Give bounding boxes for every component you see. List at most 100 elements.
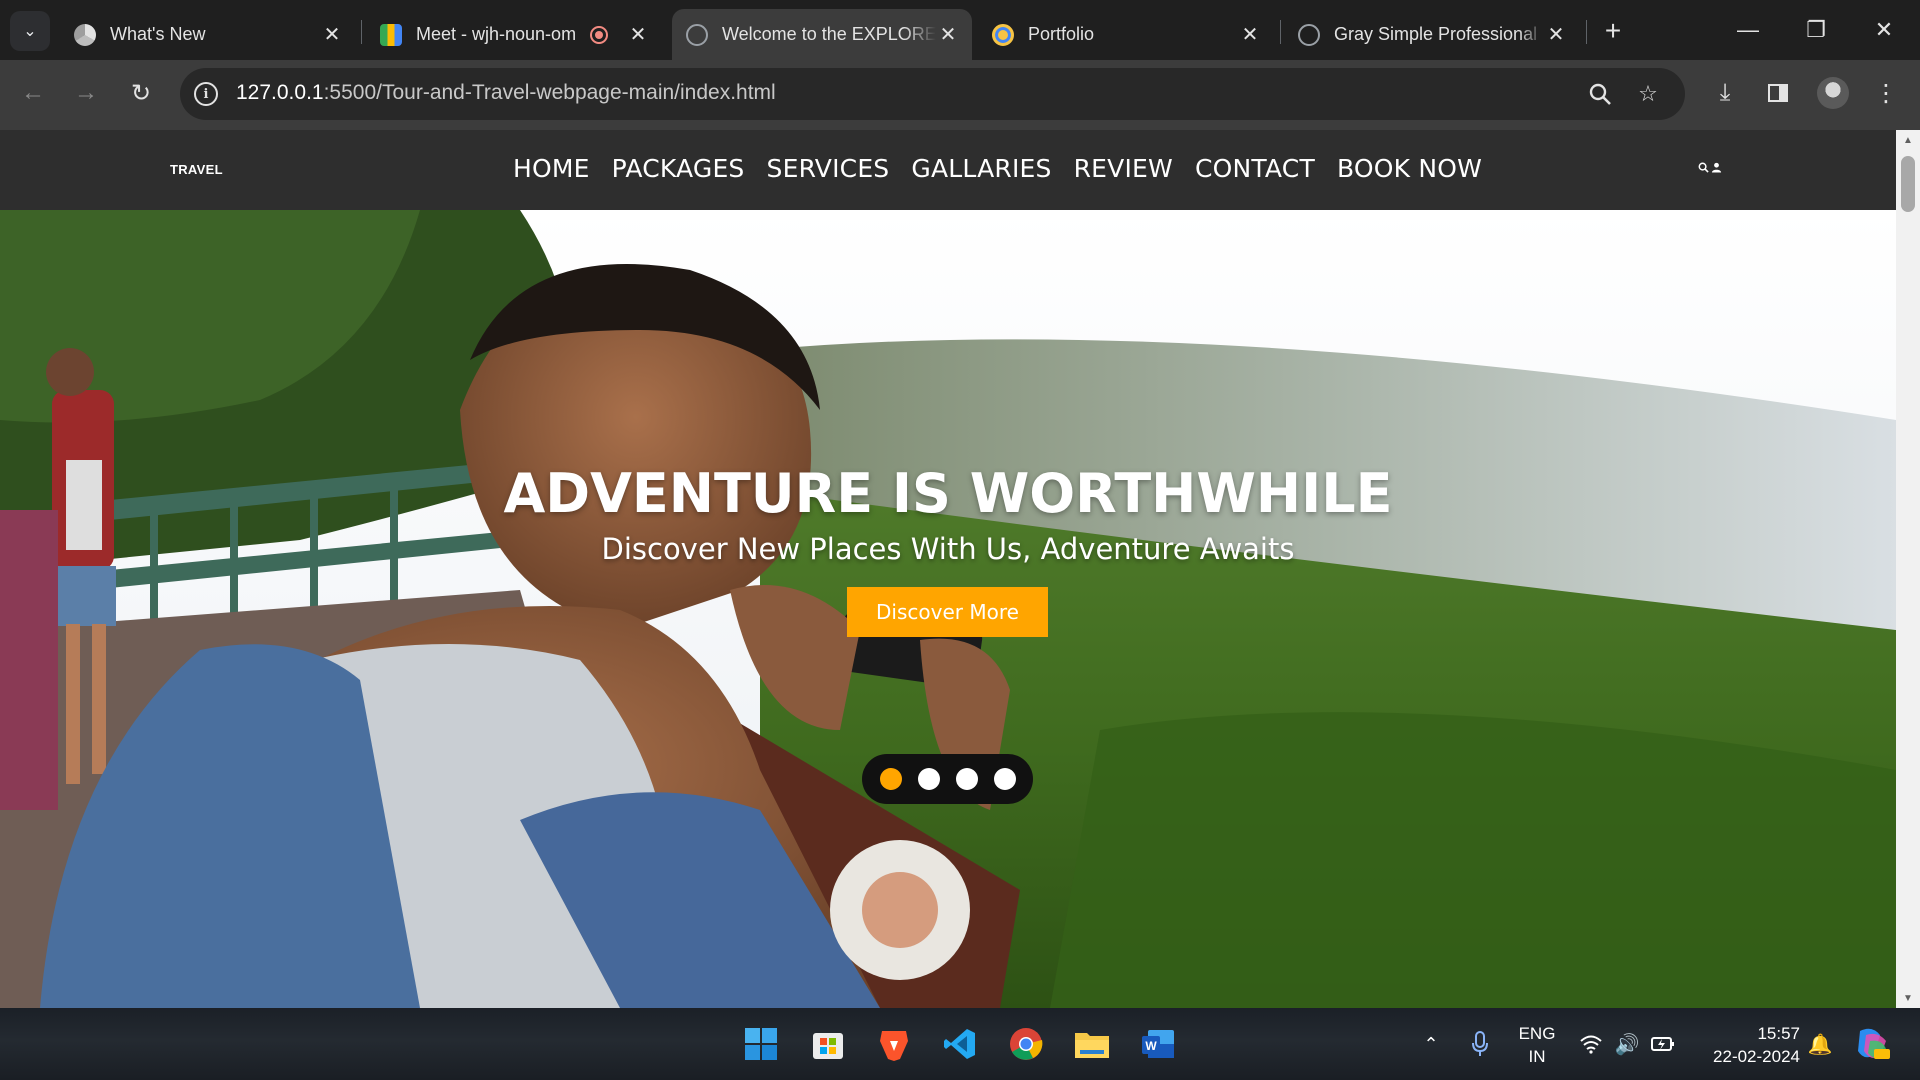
new-tab-button[interactable]: + [1596,14,1630,48]
tab-separator [361,20,362,44]
nav-contact[interactable]: CONTACT [1195,154,1315,183]
address-bar[interactable]: i 127.0.0.1:5500/Tour-and-Travel-webpage… [180,68,1685,120]
user-icon[interactable] [1711,162,1722,173]
microsoft-store-icon [813,1033,843,1059]
close-icon[interactable]: ✕ [1238,23,1262,47]
svg-text:W: W [1145,1039,1157,1053]
slider-dot[interactable] [955,768,978,790]
bookmark-button[interactable]: ☆ [1632,78,1664,110]
windows-icon [745,1028,777,1060]
page-scrollbar[interactable]: ▲ ▼ [1896,130,1920,1008]
nav-gallaries[interactable]: GALLARIES [911,154,1051,183]
recording-icon [590,25,608,44]
tab-search-button[interactable]: ⌄ [10,11,50,51]
site-logo[interactable]: TRAVEL [170,162,223,177]
header-icons [1698,162,1722,173]
plus-icon: + [1604,15,1622,46]
close-window-button[interactable]: ✕ [1850,0,1918,60]
page-viewport: TRAVEL HOME PACKAGES SERVICES GALLARIES … [0,130,1896,1008]
tab-meet[interactable]: Meet - wjh-noun-om ✕ [366,9,662,60]
arrow-right-icon: → [74,79,98,106]
word-button[interactable]: W [1136,1022,1180,1066]
nav-review[interactable]: REVIEW [1074,154,1173,183]
profile-avatar[interactable] [1817,77,1849,109]
wifi-button[interactable] [1576,1008,1606,1080]
close-icon: ✕ [1874,17,1894,42]
scrollbar-thumb[interactable] [1901,156,1915,212]
nav-home[interactable]: HOME [513,154,590,183]
main-nav: HOME PACKAGES SERVICES GALLARIES REVIEW … [513,154,1482,183]
minimize-button[interactable]: — [1714,0,1782,60]
tab-title: Welcome to the EXPLORE [722,24,936,44]
reload-button[interactable]: ↻ [121,73,161,113]
tab-title: Meet - wjh-noun-om [416,24,577,44]
language-code: ENG [1518,1024,1556,1043]
portfolio-icon [992,23,1014,46]
forward-button[interactable]: → [66,73,106,113]
chevron-down-icon: ⌄ [23,23,37,40]
tab-separator [1586,20,1587,44]
scroll-up-icon[interactable]: ▲ [1896,130,1920,150]
restore-icon: ❐ [1806,17,1826,42]
brave-button[interactable] [872,1022,916,1066]
google-meet-icon [380,23,402,46]
word-icon: W [1142,1030,1174,1058]
slider-dot[interactable] [917,768,940,790]
vscode-button[interactable] [938,1022,982,1066]
scroll-down-icon[interactable]: ▼ [1896,988,1920,1008]
system-clock[interactable]: 15:57 22-02-2024 [1690,1022,1800,1068]
slider-dot[interactable] [879,768,902,790]
tab-gray-simple[interactable]: Gray Simple Professional ✕ [1284,9,1580,60]
hero-slider: ADVENTURE IS WORTHWHILE Discover New Pla… [0,210,1896,1008]
search-icon[interactable] [1698,162,1709,173]
nav-book-now[interactable]: BOOK NOW [1337,154,1482,183]
language-indicator[interactable]: ENG IN [1510,1022,1564,1068]
show-hidden-icons-button[interactable]: ⌃ [1413,1008,1449,1080]
hero-title: ADVENTURE IS WORTHWHILE [503,462,1393,525]
chevron-up-icon: ⌃ [1423,1033,1439,1054]
url-text[interactable]: 127.0.0.1:5500/Tour-and-Travel-webpage-m… [236,81,776,105]
file-explorer-button[interactable] [1070,1022,1114,1066]
zoom-icon [1589,83,1611,105]
side-panel-button[interactable] [1758,73,1798,113]
download-icon: ⤓ [1719,79,1731,106]
start-button[interactable] [739,1022,783,1066]
tab-welcome-explore[interactable]: Welcome to the EXPLORE ✕ [672,9,972,60]
microphone-button[interactable] [1462,1008,1498,1080]
minimize-icon: — [1737,17,1759,42]
region-code: IN [1528,1047,1546,1066]
copilot-button[interactable] [1850,1008,1894,1080]
nav-packages[interactable]: PACKAGES [612,154,745,183]
site-info-icon[interactable]: i [194,82,218,106]
menu-button[interactable]: ⋮ [1866,73,1906,113]
tab-whats-new[interactable]: What's New ✕ [60,9,356,60]
close-icon[interactable]: ✕ [320,23,344,47]
back-button[interactable]: ← [13,73,53,113]
wifi-icon [1580,1035,1602,1054]
hero-subtitle: Discover New Places With Us, Adventure A… [601,532,1295,566]
discover-more-button[interactable]: Discover More [847,587,1048,637]
volume-icon: 🔊 [1614,1033,1640,1056]
site-header: TRAVEL HOME PACKAGES SERVICES GALLARIES … [0,130,1896,210]
more-vert-icon: ⋮ [1874,79,1898,107]
file-explorer-icon [1075,1033,1109,1058]
volume-button[interactable]: 🔊 [1612,1008,1642,1080]
downloads-button[interactable]: ⤓ [1705,73,1745,113]
battery-icon [1651,1037,1674,1051]
chrome-button[interactable] [1004,1022,1048,1066]
battery-button[interactable] [1648,1008,1678,1080]
restore-button[interactable]: ❐ [1782,0,1850,60]
zoom-button[interactable] [1584,78,1616,110]
nav-services[interactable]: SERVICES [767,154,890,183]
brave-icon [880,1031,908,1061]
tab-portfolio[interactable]: Portfolio ✕ [978,9,1274,60]
slider-dot[interactable] [993,768,1016,790]
microsoft-store-button[interactable] [806,1022,850,1066]
close-icon[interactable]: ✕ [936,23,960,47]
tab-separator [1280,20,1281,44]
url-host: 127.0.0.1 [236,81,324,104]
notifications-button[interactable]: 🔔 [1802,1008,1838,1080]
close-icon[interactable]: ✕ [1544,23,1568,47]
close-icon[interactable]: ✕ [626,23,650,47]
chrome-icon [74,23,96,46]
